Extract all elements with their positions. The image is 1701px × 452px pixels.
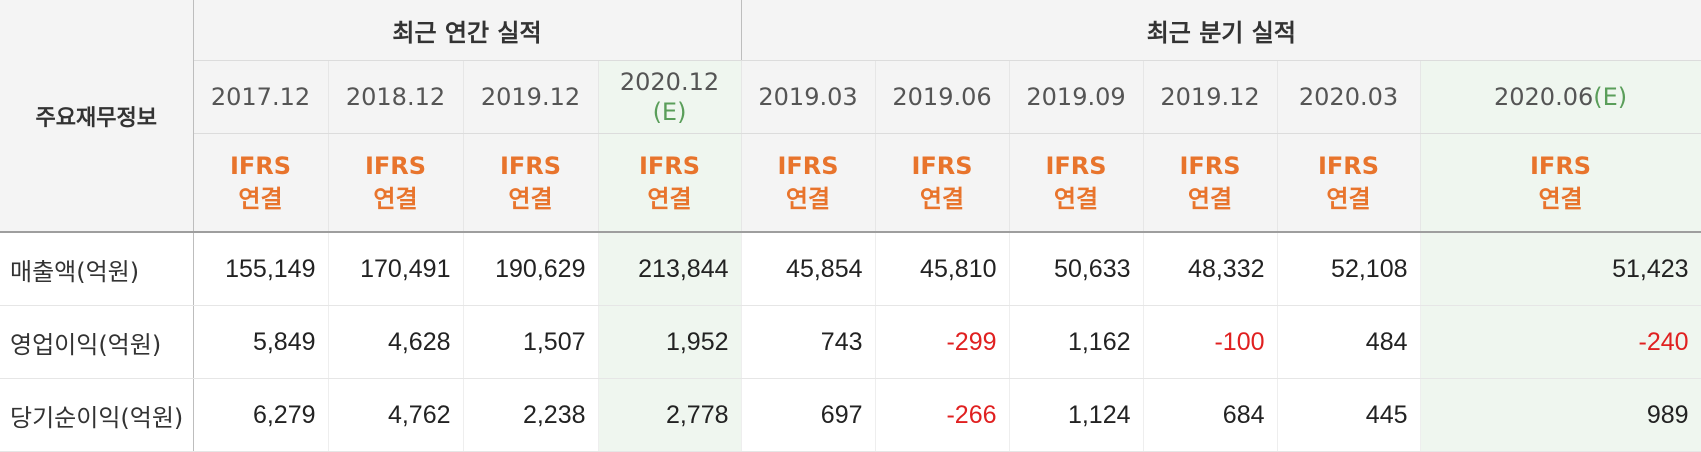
period-label: 2019.12 xyxy=(480,83,581,111)
basis-standard: IFRS xyxy=(777,152,839,181)
period-label: 2019.03 xyxy=(758,83,858,111)
table-row: 당기순이익(억원) 6,279 4,762 2,238 2,778 697 -266 1,12… xyxy=(0,378,1701,452)
value-cell: -299 xyxy=(875,305,1010,379)
accounting-basis: IFRS 연결 xyxy=(875,133,1010,233)
period-header: 2020.12 (E) xyxy=(598,60,742,134)
period-header: 2020.06(E) xyxy=(1420,60,1701,134)
period-label: 2019.06 xyxy=(892,83,992,111)
value-cell: 190,629 xyxy=(463,232,599,306)
accounting-basis: IFRS 연결 xyxy=(1420,133,1701,233)
basis-standard: IFRS xyxy=(911,152,973,181)
period-label: 2019.09 xyxy=(1026,83,1126,111)
value-cell: 2,778 xyxy=(598,378,742,452)
value-cell: -266 xyxy=(875,378,1010,452)
row-label: 매출액(억원) xyxy=(0,232,194,306)
value-cell: 170,491 xyxy=(328,232,464,306)
financial-summary-table: 주요재무정보 최근 연간 실적 최근 분기 실적 2017.12 2018.12 2… xyxy=(0,0,1701,452)
basis-consolidation: 연결 xyxy=(1538,184,1583,213)
period-header: 2017.12 xyxy=(193,60,329,134)
basis-consolidation: 연결 xyxy=(1326,184,1371,213)
basis-consolidation: 연결 xyxy=(919,184,965,213)
period-label: 2020.12 xyxy=(619,68,720,96)
basis-consolidation: 연결 xyxy=(785,184,831,213)
quarterly-results-header: 최근 분기 실적 xyxy=(740,0,1701,61)
period-header: 2019.12 xyxy=(1143,60,1278,134)
estimate-mark: (E) xyxy=(652,98,687,126)
value-cell: 1,124 xyxy=(1009,378,1144,452)
period-label: 2019.12 xyxy=(1160,83,1260,111)
value-cell: 1,952 xyxy=(598,305,742,379)
value-cell: 51,423 xyxy=(1420,232,1701,306)
period-label: 2017.12 xyxy=(210,83,311,111)
period-header: 2020.03 xyxy=(1277,60,1421,134)
accounting-basis: IFRS 연결 xyxy=(328,133,464,233)
value-cell: 684 xyxy=(1143,378,1278,452)
basis-standard: IFRS xyxy=(1317,152,1380,181)
value-cell: 6,279 xyxy=(193,378,329,452)
period-header: 2018.12 xyxy=(328,60,464,134)
corner-label: 주요재무정보 xyxy=(0,0,194,233)
accounting-basis: IFRS 연결 xyxy=(1277,133,1421,233)
row-label: 영업이익(억원) xyxy=(0,305,194,379)
table-row: 영업이익(억원) 5,849 4,628 1,507 1,952 743 -299 1,162… xyxy=(0,305,1701,379)
accounting-basis: IFRS 연결 xyxy=(1009,133,1144,233)
basis-standard: IFRS xyxy=(638,152,701,181)
period-header-row: 2017.12 2018.12 2019.12 2020.12 (E) 2019.03 20… xyxy=(0,60,1701,134)
value-cell: 50,633 xyxy=(1009,232,1144,306)
value-cell: -100 xyxy=(1143,305,1278,379)
basis-standard: IFRS xyxy=(229,152,292,181)
basis-consolidation: 연결 xyxy=(1187,184,1233,213)
value-cell: 697 xyxy=(740,378,876,452)
basis-consolidation: 연결 xyxy=(1053,184,1099,213)
period-header: 2019.12 xyxy=(463,60,599,134)
value-cell: 5,849 xyxy=(193,305,329,379)
accounting-basis: IFRS 연결 xyxy=(193,133,329,233)
value-cell: 45,810 xyxy=(875,232,1010,306)
value-cell: 989 xyxy=(1420,378,1701,452)
value-cell: 48,332 xyxy=(1143,232,1278,306)
annual-results-header: 최근 연간 실적 xyxy=(193,0,742,61)
estimate-mark: (E) xyxy=(1593,83,1628,111)
value-cell: 213,844 xyxy=(598,232,742,306)
basis-consolidation: 연결 xyxy=(373,184,418,213)
accounting-basis: IFRS 연결 xyxy=(1143,133,1278,233)
value-cell: 743 xyxy=(740,305,876,379)
period-label: 2020.06 xyxy=(1493,83,1594,111)
value-cell: 45,854 xyxy=(740,232,876,306)
period-label: 2020.03 xyxy=(1298,83,1399,111)
value-cell: 52,108 xyxy=(1277,232,1421,306)
value-cell: -240 xyxy=(1420,305,1701,379)
period-header: 2019.06 xyxy=(875,60,1010,134)
basis-consolidation: 연결 xyxy=(238,184,283,213)
accounting-basis: IFRS 연결 xyxy=(740,133,876,233)
basis-standard: IFRS xyxy=(1530,152,1592,181)
value-cell: 4,628 xyxy=(328,305,464,379)
accounting-basis: IFRS 연결 xyxy=(463,133,599,233)
basis-consolidation: 연결 xyxy=(647,184,692,213)
period-label: 2018.12 xyxy=(345,83,446,111)
basis-standard: IFRS xyxy=(364,152,427,181)
value-cell: 484 xyxy=(1277,305,1421,379)
basis-consolidation: 연결 xyxy=(508,184,553,213)
value-cell: 445 xyxy=(1277,378,1421,452)
period-header: 2019.03 xyxy=(740,60,876,134)
basis-standard: IFRS xyxy=(1045,152,1107,181)
accounting-basis-row: IFRS 연결 IFRS 연결 IFRS 연결 IFRS 연결 IFRS 연결 IFRS 연결 IFRS… xyxy=(0,133,1701,233)
accounting-basis: IFRS 연결 xyxy=(598,133,742,233)
table-row: 매출액(억원) 155,149 170,491 190,629 213,844 45,85… xyxy=(0,232,1701,306)
value-cell: 2,238 xyxy=(463,378,599,452)
row-label: 당기순이익(억원) xyxy=(0,378,194,452)
period-header: 2019.09 xyxy=(1009,60,1144,134)
value-cell: 155,149 xyxy=(193,232,329,306)
basis-standard: IFRS xyxy=(499,152,562,181)
value-cell: 1,162 xyxy=(1009,305,1144,379)
basis-standard: IFRS xyxy=(1179,152,1241,181)
value-cell: 4,762 xyxy=(328,378,464,452)
group-header-row: 주요재무정보 최근 연간 실적 최근 분기 실적 xyxy=(0,0,1701,233)
value-cell: 1,507 xyxy=(463,305,599,379)
